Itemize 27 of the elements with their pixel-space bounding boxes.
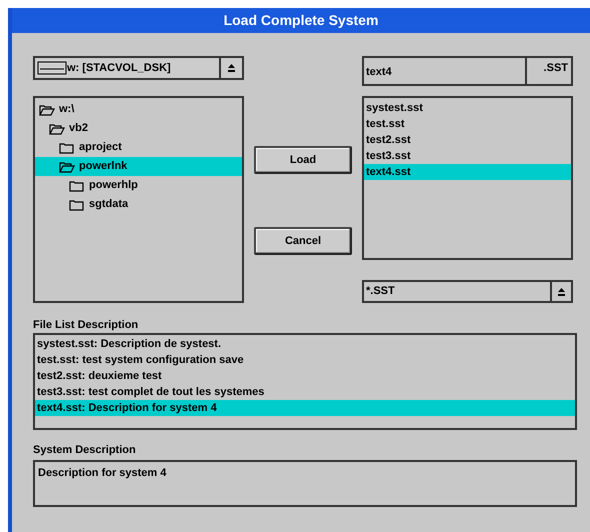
section-label: System Description bbox=[33, 443, 137, 458]
folder-tree-item[interactable]: sgtdata bbox=[35, 195, 242, 214]
description-list-item[interactable]: text4.sst: Description for system 4 bbox=[35, 400, 575, 416]
folder-tree-item[interactable]: powerlnk bbox=[35, 157, 242, 176]
window-title: Load Complete System bbox=[12, 8, 590, 33]
folder-tree-item[interactable]: w:\ bbox=[35, 100, 242, 119]
folder-tree-item[interactable]: vb2 bbox=[35, 119, 242, 138]
file-list-item[interactable]: test3.sst bbox=[364, 148, 571, 164]
system-description-field[interactable]: Description for system 4 bbox=[33, 460, 577, 507]
drive-icon bbox=[37, 61, 67, 75]
folder-tree-item[interactable]: aproject bbox=[35, 138, 242, 157]
filter-dropdown[interactable]: *.SST bbox=[362, 280, 573, 303]
file-list-item[interactable]: text4.sst bbox=[364, 164, 571, 180]
description-list-item[interactable]: test.sst: test system configuration save bbox=[35, 352, 575, 368]
description-list-item[interactable]: systest.sst: Description de systest. bbox=[35, 336, 575, 352]
file-list-item[interactable]: test2.sst bbox=[364, 132, 571, 148]
dropdown-arrow-icon bbox=[557, 286, 566, 298]
section-label: File List Description bbox=[33, 318, 140, 333]
folder-tree-item[interactable]: powerhlp bbox=[35, 176, 242, 195]
description-list-item[interactable]: test3.sst: test complet de tout les systemes bbox=[35, 384, 575, 400]
description-list-item[interactable]: test2.sst: deuxieme test bbox=[35, 368, 575, 384]
file-list-item[interactable]: test.sst bbox=[364, 116, 571, 132]
dialog-button[interactable]: Load bbox=[254, 146, 352, 174]
dialog-button[interactable]: Cancel bbox=[254, 227, 352, 255]
file-list-item[interactable]: systest.sst bbox=[364, 100, 571, 116]
dropdown-arrow-icon bbox=[227, 62, 236, 74]
drive-dropdown[interactable]: w: [STACVOL_DSK] bbox=[33, 56, 244, 80]
